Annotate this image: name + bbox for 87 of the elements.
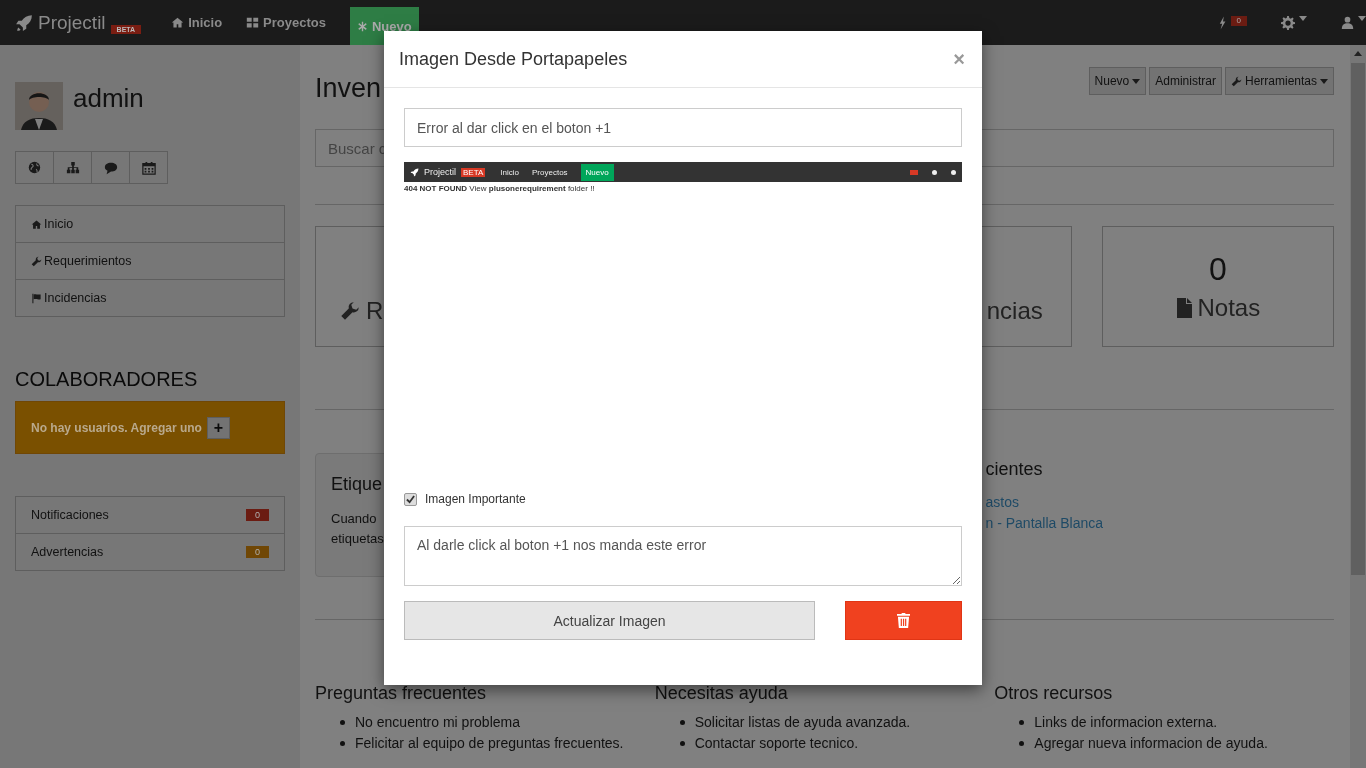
section-title: COLABORADORES (15, 368, 199, 391)
panel-text: Cuando (331, 510, 377, 528)
nav-link[interactable]: Proyectos (246, 15, 326, 30)
add-user-button[interactable]: + (206, 416, 230, 439)
counter-item[interactable]: Advertencias 0 (16, 533, 284, 570)
flag-icon (31, 292, 42, 304)
file-icon (1175, 298, 1192, 318)
help-link[interactable]: Contactar soporte tecnico. (694, 733, 859, 754)
rocket-icon (410, 167, 419, 177)
help-link[interactable]: Solicitar listas de ayuda avanzada. (694, 712, 911, 733)
brand-name: Projectil (424, 167, 456, 177)
counter-label: Notificaciones (31, 508, 109, 522)
brand-name[interactable]: Projectil (38, 11, 106, 34)
update-image-button[interactable]: Actualizar Imagen (404, 601, 815, 640)
comment-button[interactable] (91, 151, 130, 184)
checkbox[interactable] (404, 492, 417, 506)
footer-title: Otros recursos (994, 683, 1114, 704)
help-link[interactable]: Agregar nueva informacion de ayuda. (1034, 733, 1268, 754)
sidebar-menu-item[interactable]: Inicio (16, 206, 284, 242)
stat-number: 0 (1208, 251, 1227, 288)
alerts-button[interactable]: 0 (1218, 15, 1247, 30)
speech-bubble-icon (103, 160, 118, 175)
help-link[interactable]: No encuentro mi problema (355, 712, 520, 733)
bullet-icon (340, 741, 345, 746)
footer-title: Preguntas frecuentes (315, 683, 488, 704)
sitemap-button[interactable] (53, 151, 92, 184)
description-field[interactable]: Al darle click al boton +1 nos manda este error (404, 526, 962, 586)
stat-label: ncias (986, 296, 1043, 325)
bullet-icon (1019, 741, 1025, 746)
recent-link[interactable]: astos (985, 492, 1019, 513)
asterisk-icon (356, 20, 368, 32)
bullet-icon (340, 720, 345, 725)
wrench-icon (31, 255, 42, 267)
sidebar-menu-item[interactable]: Requerimientos (16, 242, 284, 279)
counter-item[interactable]: Notificaciones 0 (16, 497, 284, 533)
caret-icon (1358, 16, 1366, 21)
footer-title: Necesitas ayuda (654, 683, 789, 704)
stat-label: Notas (1197, 294, 1261, 322)
gear-icon (1281, 15, 1295, 30)
wrench-icon (1230, 75, 1242, 87)
sitemap-icon (65, 160, 80, 175)
count-badge: 0 (246, 546, 269, 558)
beta-badge: BETA (461, 167, 486, 177)
help-link[interactable]: Felicitar al equipo de preguntas frecuentes. (355, 733, 624, 754)
sidebar-menu-item[interactable]: Incidencias (16, 279, 284, 316)
scrollbar[interactable] (1350, 45, 1366, 768)
grid-icon (246, 16, 260, 29)
close-button[interactable]: × (951, 47, 967, 71)
wrench-icon (340, 300, 360, 321)
page-title: Inven (315, 73, 382, 104)
calendar-icon (141, 160, 156, 175)
avatar-icon (15, 82, 63, 130)
nav-link[interactable]: Inicio (171, 15, 223, 30)
delete-button[interactable] (845, 601, 962, 640)
bullet-icon (679, 720, 685, 725)
settings-menu[interactable] (1281, 15, 1307, 30)
calendar-button[interactable] (129, 151, 168, 184)
toolbar-button[interactable]: Herramientas (1224, 67, 1334, 95)
bullet-icon (1019, 720, 1025, 725)
stat-label: R (366, 296, 384, 325)
stat-card[interactable]: 0 Notas (1101, 226, 1334, 347)
user-name: admin (73, 82, 144, 114)
scroll-up-icon[interactable] (1354, 51, 1362, 56)
count-badge: 0 (246, 509, 269, 521)
home-icon (171, 16, 185, 29)
error-message: 404 NOT FOUND View plusonerequirement folder !! (404, 184, 596, 193)
globe-icon (28, 161, 41, 174)
recent-title: cientes (985, 459, 1043, 480)
toolbar-button[interactable]: Nuevo (1088, 67, 1147, 95)
user-menu[interactable] (1341, 16, 1366, 29)
caret-icon (1299, 15, 1307, 21)
modal-title: Imagen Desde Portapapeles (399, 48, 628, 70)
panel-text: etiquetas (331, 530, 384, 548)
panel-title: Etique (331, 474, 383, 495)
alert-message: No hay usuarios. Agregar uno (31, 420, 202, 435)
bolt-icon (1218, 15, 1227, 30)
home-icon (31, 218, 42, 230)
counter-label: Advertencias (31, 545, 104, 559)
alert-badge-icon (910, 169, 918, 175)
title-field[interactable]: Error al dar click en el boton +1 (404, 108, 962, 147)
trash-icon (897, 613, 910, 629)
help-link[interactable]: Links de informacion externa. (1034, 712, 1218, 733)
globe-button[interactable] (15, 151, 54, 184)
bullet-icon (679, 741, 685, 746)
rocket-icon (15, 13, 33, 32)
toolbar-button[interactable]: Administrar (1149, 67, 1222, 95)
checkbox-label: Imagen Importante (425, 492, 526, 506)
